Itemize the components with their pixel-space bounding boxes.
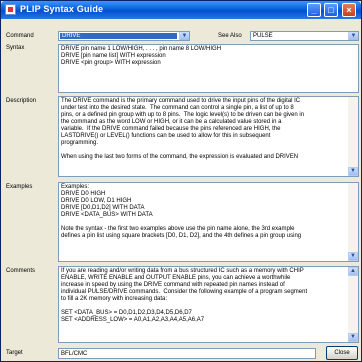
examples-label: Examples [6, 184, 33, 190]
comments-box[interactable]: If you are reading and/or writing data f… [58, 266, 359, 343]
command-select[interactable]: DRIVE ▼ [58, 31, 190, 41]
window-title: PLIP Syntax Guide [20, 4, 104, 14]
title-bar[interactable]: PLIP Syntax Guide _ □ × [1, 1, 361, 19]
description-label: Description [6, 98, 37, 104]
comments-text: If you are reading and/or writing data f… [61, 268, 308, 323]
comments-label: Comments [6, 268, 36, 274]
syntax-label: Syntax [6, 45, 25, 51]
chevron-up-icon[interactable]: ▲ [348, 267, 358, 276]
close-window-button[interactable]: × [342, 3, 356, 17]
close-button[interactable]: Close [326, 346, 358, 360]
target-value: BFL/CMC [61, 351, 88, 357]
syntax-guide-window: PLIP Syntax Guide _ □ × Command DRIVE ▼ … [0, 0, 362, 362]
chevron-down-icon[interactable]: ▼ [348, 333, 358, 342]
examples-text: Examples: DRIVE D0 HIGH DRIVE D0 LOW, D1… [61, 184, 302, 239]
target-label: Target [6, 350, 23, 356]
command-label: Command [6, 33, 34, 39]
examples-scrollbar[interactable]: ▼ [348, 183, 358, 261]
minimize-button[interactable]: _ [307, 3, 321, 17]
syntax-text: DRIVE pin name 1 LOW/HIGH, . . . , pin n… [61, 46, 222, 66]
syntax-box[interactable]: DRIVE pin name 1 LOW/HIGH, . . . , pin n… [58, 44, 359, 93]
command-value: DRIVE [60, 33, 177, 39]
description-text: The DRIVE command is the primary command… [61, 98, 305, 160]
target-field[interactable]: BFL/CMC [58, 348, 316, 359]
examples-box[interactable]: Examples: DRIVE D0 HIGH DRIVE D0 LOW, D1… [58, 182, 359, 262]
chevron-down-icon[interactable]: ▼ [348, 167, 358, 176]
description-box[interactable]: The DRIVE command is the primary command… [58, 96, 359, 177]
see-also-value: PULSE [253, 33, 273, 39]
chevron-down-icon[interactable]: ▼ [348, 252, 358, 261]
chevron-down-icon[interactable]: ▼ [179, 32, 189, 40]
chevron-down-icon[interactable]: ▼ [348, 32, 358, 40]
description-scrollbar[interactable]: ▼ [348, 97, 358, 176]
see-also-label: See Also [218, 33, 242, 39]
see-also-select[interactable]: PULSE ▼ [250, 31, 359, 41]
app-icon [5, 4, 16, 15]
comments-scrollbar[interactable]: ▲ ▼ [348, 267, 358, 342]
maximize-button[interactable]: □ [324, 3, 338, 17]
